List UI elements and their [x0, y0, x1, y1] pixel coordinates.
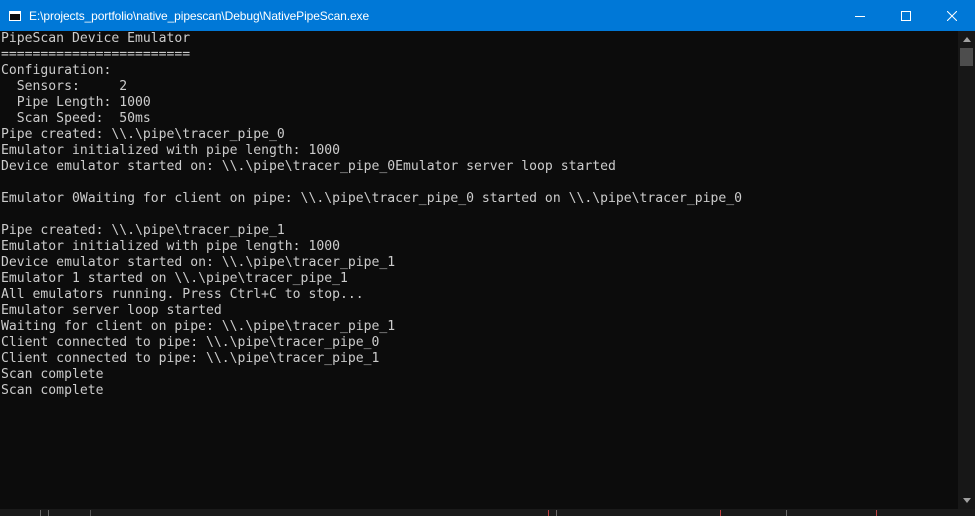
- console-line: Configuration:: [1, 63, 112, 78]
- scrollbar-thumb[interactable]: [960, 48, 973, 66]
- strip-tick: [548, 510, 549, 516]
- console-line: Scan complete: [1, 367, 104, 382]
- window-title: E:\projects_portfolio\native_pipescan\De…: [29, 8, 370, 23]
- minimize-icon: [855, 15, 865, 17]
- maximize-icon: [901, 10, 911, 21]
- title-bar[interactable]: E:\projects_portfolio\native_pipescan\De…: [0, 0, 975, 31]
- console-line: ========================: [1, 47, 191, 62]
- console-line: Client connected to pipe: \\.\pipe\trace…: [1, 335, 380, 350]
- console-line: Emulator initialized with pipe length: 1…: [1, 239, 340, 254]
- console-line: Pipe created: \\.\pipe\tracer_pipe_0: [1, 127, 285, 142]
- console-text: PipeScan Device Emulator ===============…: [0, 31, 958, 399]
- close-button[interactable]: [929, 0, 975, 31]
- console-line: Device emulator started on: \\.\pipe\tra…: [1, 255, 396, 270]
- strip-tick: [40, 510, 41, 516]
- console-line: Device emulator started on: \\.\pipe\tra…: [1, 159, 616, 174]
- maximize-button[interactable]: [883, 0, 929, 31]
- console-line: Scan complete: [1, 383, 104, 398]
- console-line: Emulator server loop started: [1, 303, 222, 318]
- console-app-icon[interactable]: [9, 10, 21, 21]
- console-window: E:\projects_portfolio\native_pipescan\De…: [0, 0, 975, 516]
- strip-tick: [876, 510, 877, 516]
- strip-tick: [90, 510, 91, 516]
- console-line: Emulator initialized with pipe length: 1…: [1, 143, 340, 158]
- console-line: Pipe Length: 1000: [1, 95, 151, 110]
- strip-tick: [556, 510, 557, 516]
- console-line: Client connected to pipe: \\.\pipe\trace…: [1, 351, 380, 366]
- window-controls: [837, 0, 975, 31]
- console-line: Emulator 1 started on \\.\pipe\tracer_pi…: [1, 271, 348, 286]
- minimize-button[interactable]: [837, 0, 883, 31]
- scroll-up-button[interactable]: [958, 31, 975, 48]
- scroll-up-arrow-icon: [962, 37, 971, 42]
- console-line: Waiting for client on pipe: \\.\pipe\tra…: [1, 319, 396, 334]
- strip-tick: [786, 510, 787, 516]
- console-line: Emulator 0Waiting for client on pipe: \\…: [1, 191, 743, 206]
- console-line: PipeScan Device Emulator: [1, 31, 191, 46]
- close-icon: [947, 10, 957, 21]
- console-line: All emulators running. Press Ctrl+C to s…: [1, 287, 364, 302]
- console-output[interactable]: PipeScan Device Emulator ===============…: [0, 31, 958, 509]
- strip-tick: [720, 510, 721, 516]
- console-line: Sensors: 2: [1, 79, 128, 94]
- scroll-down-button[interactable]: [958, 492, 975, 509]
- strip-tick: [48, 510, 49, 516]
- console-line: Scan Speed: 50ms: [1, 111, 151, 126]
- scroll-down-arrow-icon: [962, 498, 971, 503]
- vertical-scrollbar[interactable]: [958, 31, 975, 509]
- background-strip: [0, 509, 975, 516]
- console-line: Pipe created: \\.\pipe\tracer_pipe_1: [1, 223, 285, 238]
